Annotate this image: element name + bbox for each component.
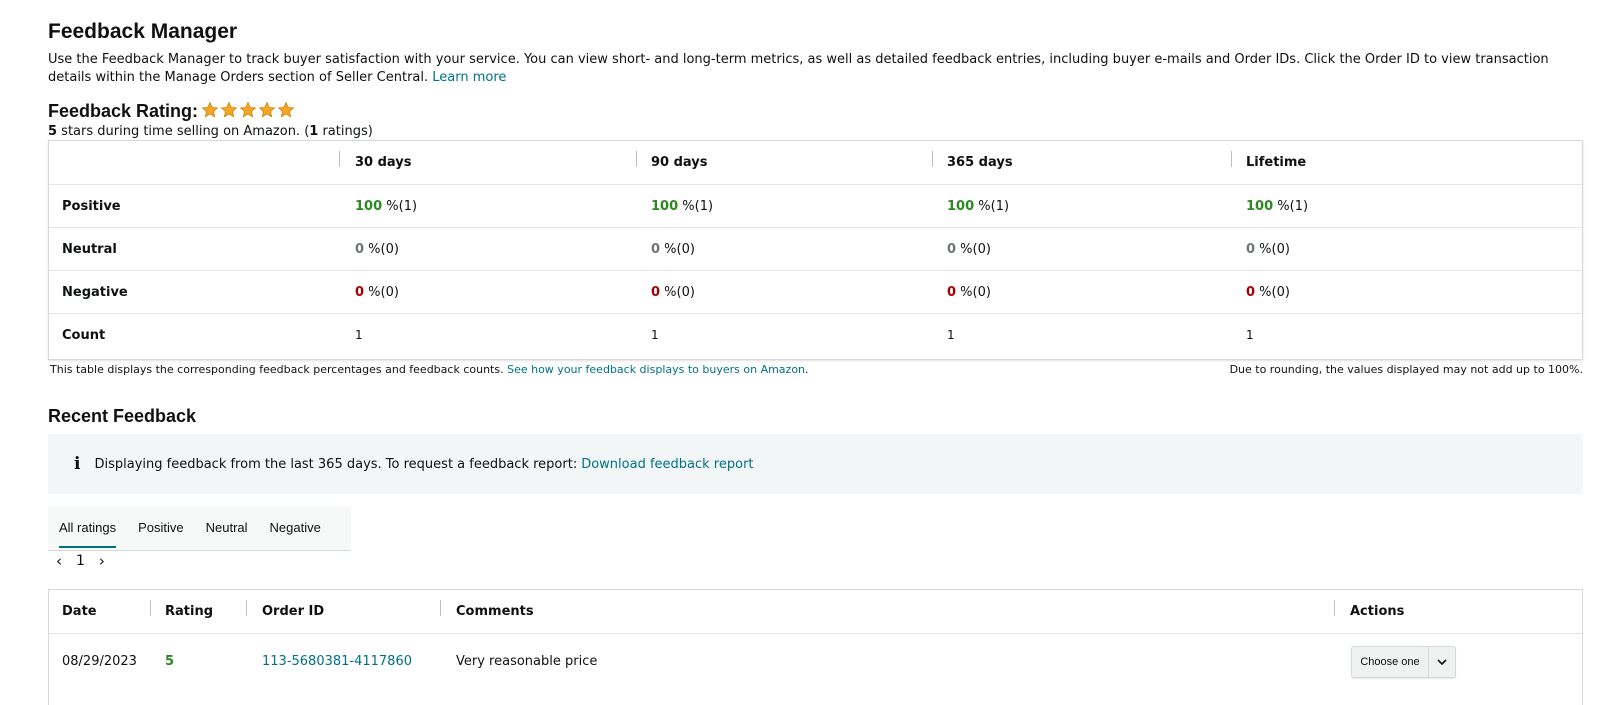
metric-cell: 100 %(1): [947, 199, 1010, 214]
metric-cell: 0 %(0): [651, 242, 695, 257]
rating-summary-tail: ratings): [318, 124, 373, 139]
feedback-display-link[interactable]: See how your feedback displays to buyers…: [507, 363, 805, 376]
metric-cell: 100 %(1): [1246, 199, 1309, 214]
metrics-row-neutral: Neutral 0 %(0) 0 %(0) 0 %(0) 0 %(0): [49, 227, 1582, 271]
info-icon: i: [74, 454, 81, 474]
star-icon: [201, 101, 219, 118]
column-divider: [440, 600, 441, 616]
col-comments: Comments: [456, 604, 534, 619]
rounding-note: Due to rounding, the values displayed ma…: [1229, 363, 1583, 376]
row-label: Count: [62, 328, 106, 343]
description-text: Use the Feedback Manager to track buyer …: [48, 52, 1549, 85]
chevron-down-icon[interactable]: [1428, 647, 1455, 677]
star-rating: [201, 101, 295, 119]
row-label: Positive: [62, 199, 121, 214]
metrics-col-90-days: 90 days: [651, 155, 708, 170]
chevron-left-icon[interactable]: ‹: [56, 552, 62, 570]
rating-summary: 5 stars during time selling on Amazon. (…: [48, 124, 373, 139]
feedback-metrics-table: 30 days 90 days 365 days Lifetime Positi…: [48, 140, 1583, 360]
page-title: Feedback Manager: [48, 20, 238, 43]
recent-feedback-table: Date Rating Order ID Comments Actions 08…: [48, 589, 1583, 705]
metric-cell: 0 %(0): [355, 285, 399, 300]
actions-dropdown[interactable]: Choose one: [1351, 646, 1456, 678]
rating-filter-tabs: All ratings Positive Neutral Negative: [48, 506, 351, 551]
table-note-dot: .: [805, 363, 809, 376]
col-date: Date: [62, 604, 97, 619]
metric-cell: 100 %(1): [651, 199, 714, 214]
info-banner: i Displaying feedback from the last 365 …: [48, 434, 1583, 494]
ratings-count: 1: [309, 124, 319, 139]
table-note-left: This table displays the corresponding fe…: [50, 363, 809, 376]
recent-header-row: Date Rating Order ID Comments Actions: [49, 590, 1582, 634]
learn-more-link[interactable]: Learn more: [432, 70, 506, 85]
tab-negative[interactable]: Negative: [259, 506, 332, 550]
metric-cell: 0 %(0): [1246, 242, 1290, 257]
column-divider: [150, 600, 151, 616]
table-note-text: This table displays the corresponding fe…: [50, 363, 508, 376]
row-rating: 5: [165, 654, 175, 669]
feedback-rating-label: Feedback Rating:: [48, 101, 199, 121]
feedback-rating-title: Feedback Rating:: [48, 101, 295, 122]
metric-cell: 0 %(0): [1246, 285, 1290, 300]
stars-value: 5: [48, 124, 58, 139]
column-divider: [636, 151, 637, 167]
metric-cell: 100 %(1): [355, 199, 418, 214]
row-label: Negative: [62, 285, 128, 300]
count-cell: 1: [1246, 328, 1254, 342]
chevron-right-icon[interactable]: ›: [99, 552, 105, 570]
col-order-id: Order ID: [262, 604, 325, 619]
metrics-row-negative: Negative 0 %(0) 0 %(0) 0 %(0) 0 %(0): [49, 270, 1582, 314]
count-cell: 1: [355, 328, 363, 342]
page-description: Use the Feedback Manager to track buyer …: [48, 51, 1583, 87]
pagination: ‹ 1 ›: [56, 552, 105, 570]
actions-dropdown-label: Choose one: [1360, 656, 1420, 668]
rating-summary-text: stars during time selling on Amazon. (: [57, 124, 310, 139]
star-icon: [277, 101, 295, 118]
metrics-col-lifetime: Lifetime: [1246, 155, 1307, 170]
count-cell: 1: [651, 328, 659, 342]
column-divider: [1334, 600, 1335, 616]
star-icon: [220, 101, 238, 118]
metric-cell: 0 %(0): [947, 285, 991, 300]
metric-cell: 0 %(0): [651, 285, 695, 300]
row-label: Neutral: [62, 242, 117, 257]
metrics-row-count: Count 1 1 1 1: [49, 313, 1582, 357]
page-number[interactable]: 1: [76, 553, 85, 569]
metrics-header-row: 30 days 90 days 365 days Lifetime: [49, 141, 1582, 184]
recent-feedback-title: Recent Feedback: [48, 406, 197, 426]
row-date: 08/29/2023: [62, 654, 137, 669]
col-rating: Rating: [165, 604, 214, 619]
info-text: Displaying feedback from the last 365 da…: [94, 456, 578, 472]
row-comment: Very reasonable price: [456, 654, 598, 669]
column-divider: [339, 151, 340, 167]
tab-neutral[interactable]: Neutral: [195, 506, 259, 550]
metrics-col-365-days: 365 days: [947, 155, 1013, 170]
metric-cell: 0 %(0): [355, 242, 399, 257]
order-id-link[interactable]: 113-5680381-4117860: [262, 634, 412, 690]
column-divider: [1231, 151, 1232, 167]
col-actions: Actions: [1350, 604, 1405, 619]
count-cell: 1: [947, 328, 955, 342]
table-row: 08/29/2023 5 113-5680381-4117860 Very re…: [49, 634, 1582, 694]
column-divider: [932, 151, 933, 167]
column-divider: [246, 600, 247, 616]
download-report-link[interactable]: Download feedback report: [581, 457, 753, 472]
star-icon: [258, 101, 276, 118]
tab-all-ratings[interactable]: All ratings: [48, 506, 127, 550]
metric-cell: 0 %(0): [947, 242, 991, 257]
metrics-col-30-days: 30 days: [355, 155, 412, 170]
star-icon: [239, 101, 257, 118]
metrics-row-positive: Positive 100 %(1) 100 %(1) 100 %(1) 100 …: [49, 184, 1582, 228]
tab-positive[interactable]: Positive: [127, 506, 195, 550]
